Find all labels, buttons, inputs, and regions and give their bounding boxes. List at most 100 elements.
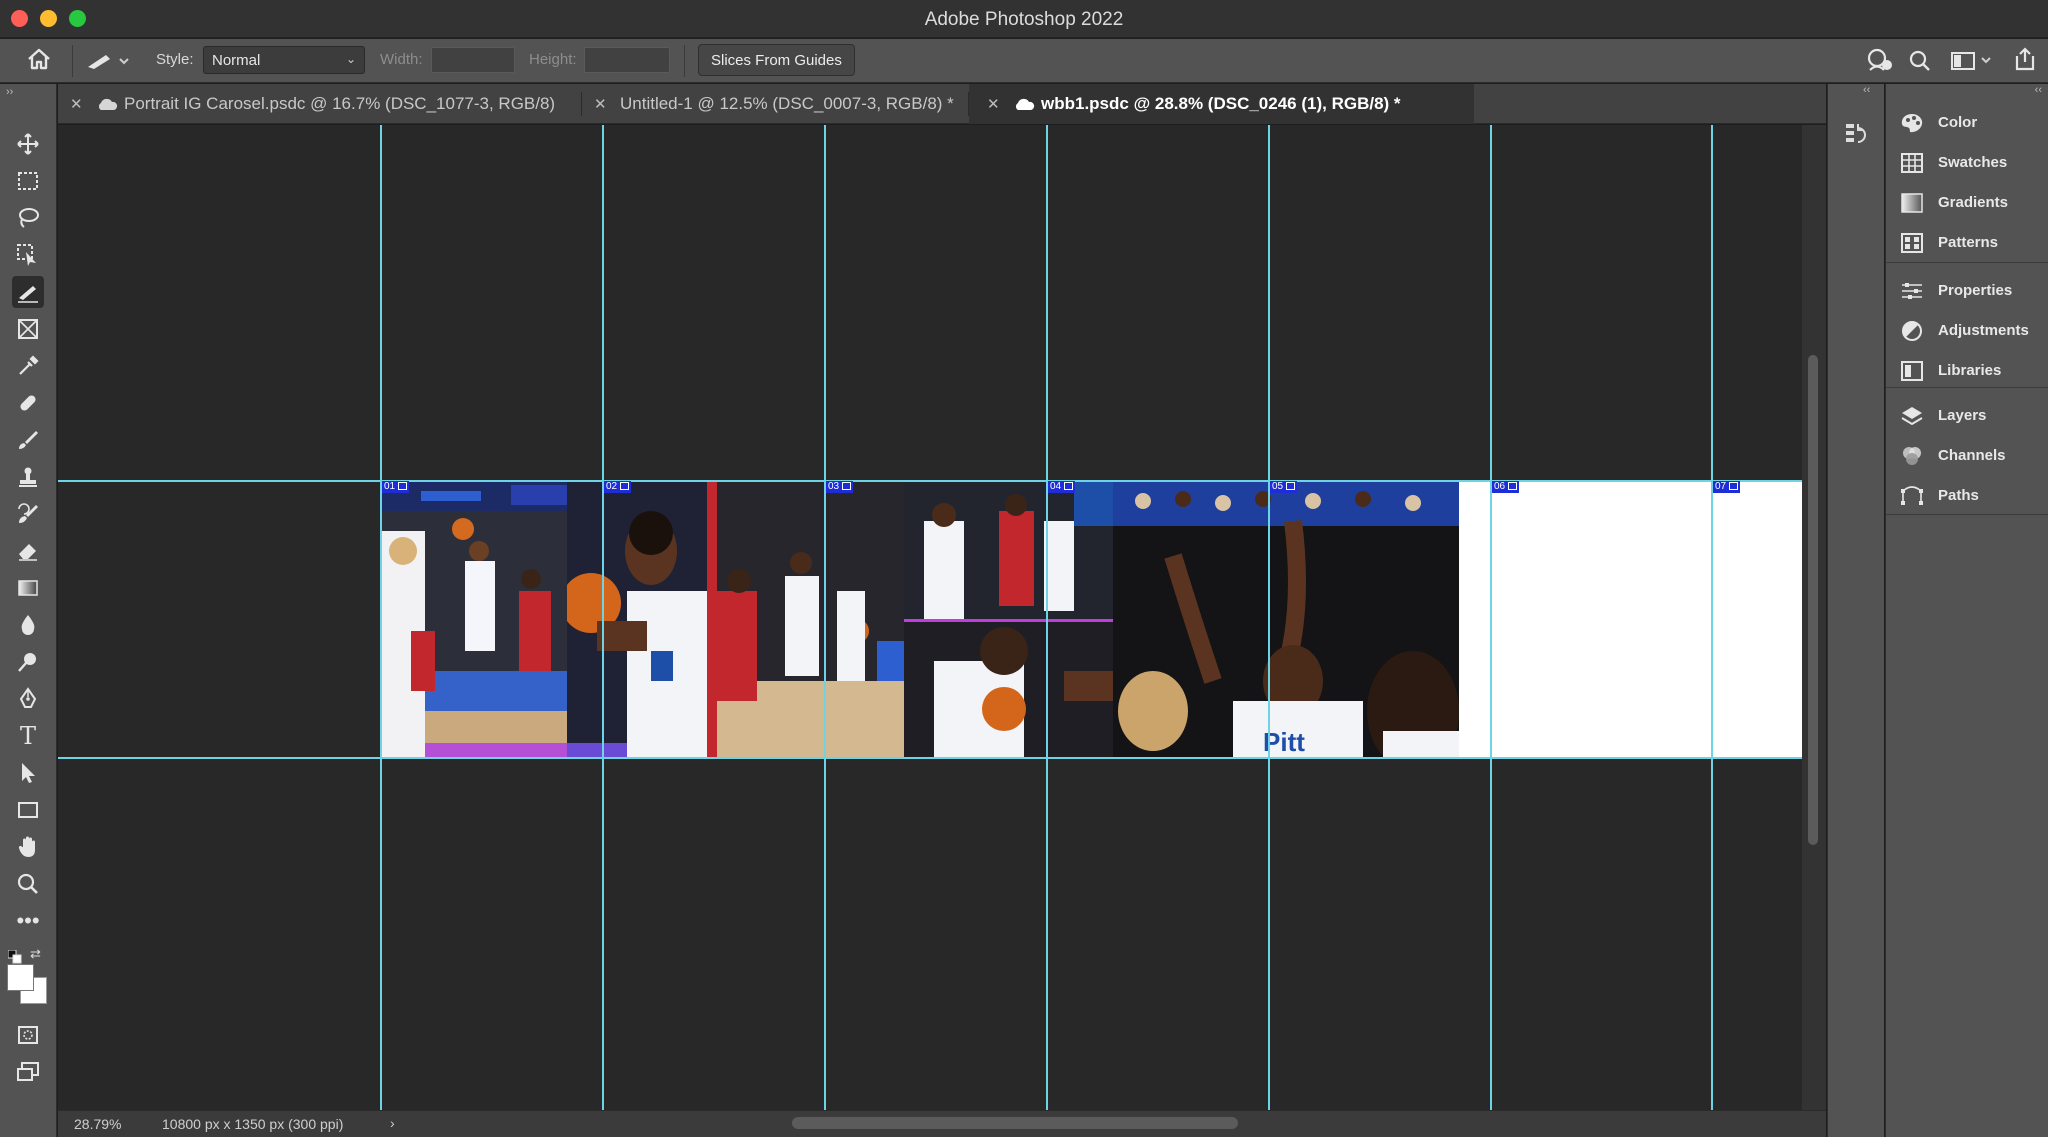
horizontal-guide[interactable] — [58, 480, 1802, 482]
workspace-icon[interactable] — [1950, 50, 1994, 78]
photo-layer-2 — [567, 481, 717, 758]
style-label: Style: — [156, 51, 194, 68]
rectangle-tool-icon[interactable] — [12, 794, 44, 826]
title-bar: Adobe Photoshop 2022 — [0, 0, 2048, 38]
history-brush-tool-icon[interactable] — [12, 498, 44, 530]
eyedropper-tool-icon[interactable] — [12, 350, 44, 382]
panel-color[interactable]: Color — [1900, 108, 2045, 138]
gradients-icon — [1901, 193, 1923, 213]
horizontal-scrollbar-thumb[interactable] — [792, 1117, 1238, 1129]
channels-icon — [1903, 447, 1921, 465]
vertical-guide[interactable] — [1711, 125, 1713, 1110]
vertical-guide[interactable] — [1268, 125, 1270, 1110]
panel-swatches[interactable]: Swatches — [1900, 148, 2045, 178]
zoom-level[interactable]: 28.79% — [74, 1116, 121, 1132]
photo-layer-1 — [381, 481, 567, 758]
vertical-scrollbar[interactable] — [1802, 125, 1826, 1110]
width-label: Width: — [380, 51, 423, 68]
marquee-tool-icon[interactable] — [12, 165, 44, 197]
document-canvas[interactable]: Pitt — [381, 481, 1802, 758]
home-icon[interactable] — [26, 47, 52, 77]
history-panel-icon[interactable] — [1843, 120, 1871, 148]
vertical-guide[interactable] — [380, 125, 382, 1110]
edit-toolbar-icon[interactable]: ••• — [12, 905, 44, 937]
default-colors-icon[interactable] — [7, 949, 22, 964]
panel-group-properties: Properties Adjustments Libraries — [1886, 264, 2048, 388]
tab-wbb1[interactable]: ✕ wbb1.psdc @ 28.8% (DSC_0246 (1), RGB/8)… — [969, 84, 1474, 124]
canvas-area[interactable]: Pitt 01 02 03 04 05 06 07 — [58, 125, 1802, 1110]
vertical-guide[interactable] — [824, 125, 826, 1110]
panel-properties[interactable]: Properties — [1900, 276, 2045, 306]
slice-label-01[interactable]: 01 — [382, 481, 410, 493]
slice-label-07[interactable]: 07 — [1713, 481, 1741, 493]
horizontal-guide[interactable] — [58, 757, 1802, 759]
tools-panel: ›› T ••• ⇄ — [0, 84, 57, 1137]
status-menu-arrow[interactable]: › — [390, 1115, 395, 1131]
panel-channels[interactable]: Channels — [1900, 441, 2045, 471]
collapse-toolbar-icon[interactable]: ›› — [6, 86, 13, 98]
vertical-scrollbar-thumb[interactable] — [1808, 355, 1818, 845]
slice-tool-icon[interactable] — [12, 276, 44, 308]
width-input[interactable] — [431, 47, 515, 73]
screen-mode-icon[interactable] — [12, 1056, 44, 1088]
foreground-color-swatch[interactable] — [7, 964, 34, 991]
photo-layer-5: Pitt — [1113, 481, 1459, 758]
swap-colors-icon[interactable]: ⇄ — [30, 946, 41, 962]
gradient-tool-icon[interactable] — [12, 572, 44, 604]
move-tool-icon[interactable] — [12, 128, 44, 160]
tab-label: Portrait IG Carosel.psdc @ 16.7% (DSC_10… — [124, 94, 556, 113]
height-input[interactable] — [584, 47, 670, 73]
style-select[interactable]: Normal ⌄ — [203, 46, 365, 74]
panel-paths[interactable]: Paths — [1900, 481, 2045, 511]
vertical-guide[interactable] — [602, 125, 604, 1110]
hand-tool-icon[interactable] — [12, 831, 44, 863]
options-bar: Style: Normal ⌄ Width: Height: Slices Fr… — [0, 39, 2048, 83]
blur-tool-icon[interactable] — [12, 609, 44, 641]
pen-tool-icon[interactable] — [12, 683, 44, 715]
collapse-dock-icon[interactable]: ‹‹ — [1863, 84, 1870, 96]
vertical-guide[interactable] — [1490, 125, 1492, 1110]
search-icon[interactable] — [1908, 49, 1932, 79]
brush-tool-icon[interactable] — [12, 424, 44, 456]
slices-from-guides-button[interactable]: Slices From Guides — [698, 44, 855, 76]
panel-gradients[interactable]: Gradients — [1900, 188, 2045, 218]
paths-icon — [1901, 486, 1923, 505]
zoom-tool-icon[interactable] — [12, 868, 44, 900]
collapse-panels-icon[interactable]: ‹‹ — [2035, 84, 2042, 96]
tab-portrait-ig-carosel[interactable]: ✕ Portrait IG Carosel.psdc @ 16.7% (DSC_1… — [58, 84, 581, 124]
layers-icon — [1901, 407, 1923, 426]
panel-patterns[interactable]: Patterns — [1900, 228, 2045, 258]
panel-libraries[interactable]: Libraries — [1900, 356, 2045, 386]
frame-tool-icon[interactable] — [12, 313, 44, 345]
quick-mask-icon[interactable] — [12, 1019, 44, 1051]
vertical-guide[interactable] — [1046, 125, 1048, 1110]
slice-label-05[interactable]: 05 — [1270, 481, 1298, 493]
clone-stamp-tool-icon[interactable] — [12, 461, 44, 493]
slice-label-03[interactable]: 03 — [826, 481, 854, 493]
panel-layers[interactable]: Layers — [1900, 401, 2045, 431]
slice-tool-preset-icon[interactable] — [86, 49, 132, 77]
palette-icon — [1901, 114, 1923, 133]
object-selection-tool-icon[interactable] — [12, 239, 44, 271]
close-tab-icon[interactable]: ✕ — [987, 95, 1001, 113]
type-tool-icon[interactable]: T — [12, 720, 44, 752]
healing-brush-tool-icon[interactable] — [12, 387, 44, 419]
tab-untitled-1[interactable]: ✕ Untitled-1 @ 12.5% (DSC_0007-3, RGB/8) … — [582, 84, 968, 124]
slice-label-06[interactable]: 06 — [1492, 481, 1520, 493]
learn-icon[interactable] — [1866, 48, 1894, 80]
share-icon[interactable] — [2013, 46, 2037, 78]
properties-icon — [1902, 283, 1922, 299]
lasso-tool-icon[interactable] — [12, 202, 44, 234]
panel-group-layers: Layers Channels Paths — [1886, 389, 2048, 515]
slice-label-02[interactable]: 02 — [604, 481, 632, 493]
cloud-document-icon — [1015, 98, 1035, 111]
slice-label-04[interactable]: 04 — [1048, 481, 1076, 493]
close-tab-icon[interactable]: ✕ — [70, 95, 84, 113]
cloud-document-icon — [98, 98, 118, 111]
path-selection-tool-icon[interactable] — [12, 757, 44, 789]
close-tab-icon[interactable]: ✕ — [594, 95, 608, 113]
photo-layer-3 — [717, 481, 904, 758]
dodge-tool-icon[interactable] — [12, 646, 44, 678]
panel-adjustments[interactable]: Adjustments — [1900, 316, 2045, 346]
eraser-tool-icon[interactable] — [12, 535, 44, 567]
